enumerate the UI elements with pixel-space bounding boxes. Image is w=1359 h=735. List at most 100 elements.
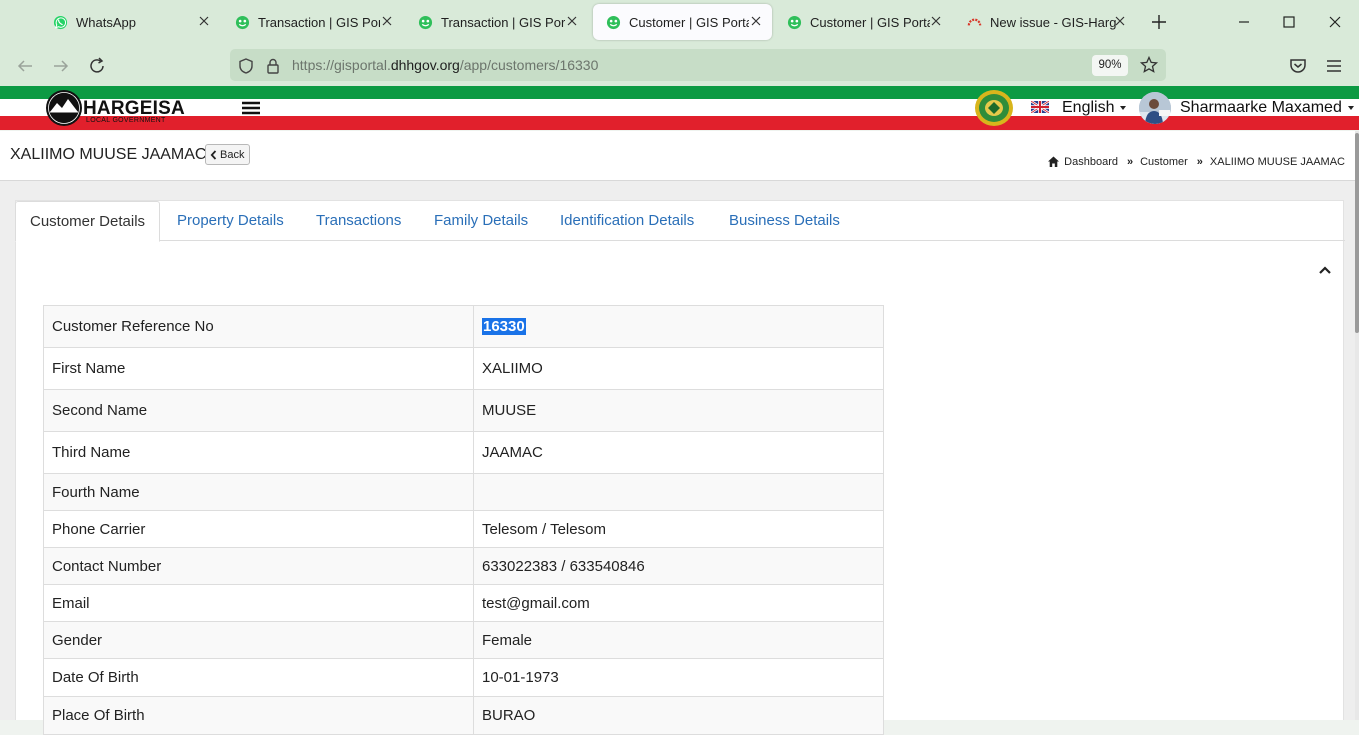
logo-subtitle: LOCAL GOVERNMENT <box>86 117 166 124</box>
user-photo-icon <box>1139 92 1171 124</box>
tab-business-details[interactable]: Business Details <box>729 201 840 241</box>
row-value: Telesom / Telesom <box>473 510 884 548</box>
tab-label: Transaction | GIS Portal <box>258 15 380 30</box>
customer-ref-value: 16330 <box>482 318 526 335</box>
chevron-left-icon <box>210 149 217 160</box>
page-scrollbar[interactable] <box>1355 131 1359 720</box>
sidebar-toggle-hamburger-icon[interactable] <box>240 99 262 117</box>
browser-tab-transaction-2[interactable]: Transaction | GIS Portal <box>405 4 588 40</box>
lock-icon[interactable] <box>264 57 282 75</box>
back-button[interactable]: Back <box>205 144 251 165</box>
row-value <box>473 473 884 511</box>
browser-tab-transaction-1[interactable]: Transaction | GIS Portal <box>222 4 403 40</box>
detail-tabs: Customer Details Property Details Transa… <box>15 201 1345 242</box>
url-prefix: https://gisportal. <box>292 57 391 73</box>
row-label: Fourth Name <box>43 473 474 511</box>
forward-arrow-icon[interactable] <box>50 55 72 77</box>
pocket-icon[interactable] <box>1287 55 1309 77</box>
zoom-level-badge[interactable]: 90% <box>1092 55 1128 76</box>
row-value: JAAMAC <box>473 431 884 474</box>
browser-tab-customer-2[interactable]: Customer | GIS Portal <box>774 4 952 40</box>
home-icon <box>1048 156 1060 167</box>
language-label: English <box>1062 99 1115 116</box>
close-icon[interactable] <box>1112 13 1128 29</box>
close-icon[interactable] <box>928 13 944 29</box>
breadcrumb: Dashboard » Customer » XALIIMO MUUSE JAA… <box>1047 155 1345 168</box>
page-content: XALIIMO MUUSE JAAMAC Back Dashboard » Cu… <box>0 131 1359 735</box>
app-header: HARGEISA LOCAL GOVERNMENT English Sharma… <box>0 86 1359 131</box>
row-label: Gender <box>43 621 474 659</box>
gis-portal-icon <box>418 15 433 30</box>
window-close-icon[interactable] <box>1325 12 1345 32</box>
row-label: Date Of Birth <box>43 658 474 697</box>
table-row: Fourth Name <box>43 473 884 511</box>
collapse-chevron-up-icon[interactable] <box>1318 265 1332 275</box>
tab-identification-details[interactable]: Identification Details <box>560 201 694 241</box>
row-value: BURAO <box>473 696 884 735</box>
language-selector[interactable]: English <box>1062 99 1127 117</box>
user-name: Sharmaarke Maxamed <box>1180 99 1342 116</box>
row-value: MUUSE <box>473 389 884 432</box>
row-value: 10-01-1973 <box>473 658 884 697</box>
browser-tab-whatsapp[interactable]: WhatsApp <box>40 4 220 40</box>
gis-portal-icon <box>235 15 250 30</box>
user-avatar[interactable] <box>1139 92 1171 124</box>
browser-tab-new-issue[interactable]: New issue - GIS-Hargeisa <box>954 4 1136 40</box>
row-label: Email <box>43 584 474 622</box>
table-row: Third Name JAAMAC <box>43 431 884 474</box>
whatsapp-icon <box>53 15 68 30</box>
table-row: First Name XALIIMO <box>43 347 884 390</box>
tab-family-details[interactable]: Family Details <box>434 201 528 241</box>
row-label: Place Of Birth <box>43 696 474 735</box>
shield-icon[interactable] <box>237 57 255 75</box>
customer-card: Customer Details Property Details Transa… <box>15 200 1345 735</box>
user-menu[interactable]: Sharmaarke Maxamed <box>1180 99 1354 117</box>
maximize-icon[interactable] <box>1279 12 1299 32</box>
row-value: 633022383 / 633540846 <box>473 547 884 585</box>
address-bar[interactable]: https://gisportal.dhhgov.org/app/custome… <box>230 49 1166 81</box>
government-seal-icon <box>975 90 1013 126</box>
uk-flag-icon[interactable] <box>1031 101 1049 113</box>
reload-icon[interactable] <box>86 55 108 77</box>
row-label: Customer Reference No <box>43 305 474 348</box>
row-value: XALIIMO <box>473 347 884 390</box>
back-arrow-icon[interactable] <box>14 55 36 77</box>
close-icon[interactable] <box>379 13 395 29</box>
tab-label: New issue - GIS-Hargeisa <box>990 15 1116 30</box>
url-path: /app/customers/16330 <box>459 57 599 73</box>
row-label: Second Name <box>43 389 474 432</box>
close-icon[interactable] <box>748 13 764 29</box>
tab-property-details[interactable]: Property Details <box>177 201 284 241</box>
table-row: Email test@gmail.com <box>43 584 884 622</box>
row-label: First Name <box>43 347 474 390</box>
row-value: test@gmail.com <box>473 584 884 622</box>
browser-tab-customer-active[interactable]: Customer | GIS Portal <box>593 4 772 40</box>
breadcrumb-current: XALIIMO MUUSE JAAMAC <box>1209 155 1345 168</box>
table-row: Gender Female <box>43 621 884 659</box>
close-icon[interactable] <box>196 13 212 29</box>
new-tab-plus-icon[interactable] <box>1149 12 1169 32</box>
table-row: Place Of Birth BURAO <box>43 696 884 735</box>
close-icon[interactable] <box>564 13 580 29</box>
caret-down-icon <box>1347 105 1354 110</box>
tab-transactions[interactable]: Transactions <box>316 201 401 241</box>
table-row: Contact Number 633022383 / 633540846 <box>43 547 884 585</box>
breadcrumb-dashboard[interactable]: Dashboard <box>1064 156 1118 168</box>
row-label: Phone Carrier <box>43 510 474 548</box>
row-value: 16330 <box>473 305 884 348</box>
hargeisa-logo-emblem-icon[interactable] <box>45 89 83 127</box>
tab-label: Transaction | GIS Portal <box>441 15 565 30</box>
tab-label: WhatsApp <box>76 15 136 30</box>
table-row: Second Name MUUSE <box>43 389 884 432</box>
breadcrumb-customer[interactable]: Customer <box>1140 156 1188 168</box>
breadcrumb-separator: » <box>1126 155 1134 168</box>
scrollbar-thumb[interactable] <box>1355 133 1359 333</box>
browser-menu-icon[interactable] <box>1323 55 1345 77</box>
gitlab-icon <box>967 18 982 26</box>
tab-customer-details[interactable]: Customer Details <box>15 201 161 242</box>
minimize-icon[interactable] <box>1234 12 1254 32</box>
url-text[interactable]: https://gisportal.dhhgov.org/app/custome… <box>292 57 598 73</box>
bookmark-star-icon[interactable] <box>1139 55 1159 75</box>
customer-details-table: Customer Reference No 16330 First Name XAL… <box>43 305 884 735</box>
table-row: Customer Reference No 16330 <box>43 305 884 348</box>
